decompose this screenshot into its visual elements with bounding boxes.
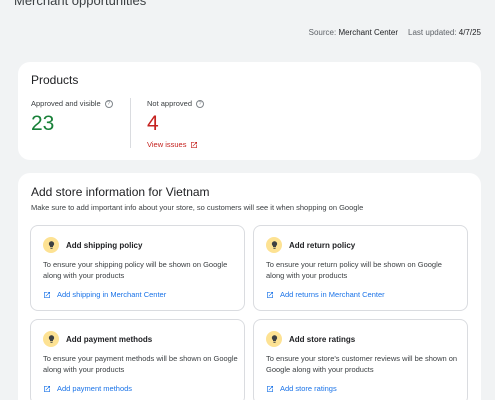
payment-methods-tile: Add payment methods To ensure your payme… (30, 319, 245, 400)
store-info-card: Add store information for Vietnam Make s… (18, 173, 481, 400)
tile-link-label: Add shipping in Merchant Center (57, 290, 167, 299)
tile-description: To ensure your shipping policy will be s… (43, 260, 228, 280)
tile-description: To ensure your store's customer reviews … (266, 354, 458, 374)
not-approved-stat: Not approved ? 4 View issues (147, 99, 205, 149)
not-approved-value: 4 (147, 112, 159, 135)
approved-stat: Approved and visible ? 23 (31, 99, 113, 134)
lightbulb-icon (266, 331, 282, 347)
add-payment-link[interactable]: Add payment methods (43, 384, 132, 393)
source-line: Source: Merchant Center Last updated: 4/… (309, 28, 481, 37)
add-returns-link[interactable]: Add returns in Merchant Center (266, 290, 385, 299)
store-info-subtitle: Make sure to add important info about yo… (31, 203, 364, 212)
products-title: Products (31, 73, 79, 87)
tile-title: Add shipping policy (66, 240, 143, 250)
tile-link-label: Add returns in Merchant Center (280, 290, 385, 299)
tile-header: Add shipping policy (43, 237, 142, 253)
tile-header: Add store ratings (266, 331, 355, 347)
updated-label: Last updated: (408, 28, 457, 37)
add-store-ratings-link[interactable]: Add store ratings (266, 384, 337, 393)
edit-external-icon (267, 291, 273, 298)
edit-external-icon (267, 385, 273, 392)
approved-value: 23 (31, 112, 55, 135)
source-info: Source: Merchant Center (309, 28, 398, 37)
view-issues-label: View issues (147, 140, 187, 149)
tile-header: Add payment methods (43, 331, 152, 347)
edit-external-icon (44, 385, 50, 392)
tile-title: Add store ratings (289, 334, 356, 344)
lightbulb-icon (266, 237, 282, 253)
products-card: Products Approved and visible ? 23 Not a… (18, 62, 481, 160)
store-info-title: Add store information for Vietnam (31, 185, 210, 199)
approved-label: Approved and visible (31, 99, 101, 108)
shipping-policy-tile: Add shipping policy To ensure your shipp… (30, 225, 245, 311)
tile-link-label: Add store ratings (280, 384, 337, 393)
tile-description: To ensure your return policy will be sho… (266, 260, 442, 280)
edit-external-icon (44, 291, 50, 298)
approved-label-row: Approved and visible ? (31, 99, 113, 108)
view-issues-link[interactable]: View issues (147, 140, 204, 149)
info-icon[interactable]: ? (196, 99, 205, 108)
lightbulb-icon (43, 331, 59, 347)
page-title: Merchant opportunities (14, 0, 147, 8)
tile-title: Add return policy (289, 240, 356, 250)
store-ratings-tile: Add store ratings To ensure your store's… (253, 319, 468, 400)
lightbulb-icon (43, 237, 59, 253)
updated-value: 4/7/25 (458, 28, 481, 37)
source-value: Merchant Center (338, 28, 399, 37)
source-label: Source: (308, 28, 337, 37)
divider (130, 98, 131, 148)
info-icon[interactable]: ? (104, 99, 113, 108)
tile-header: Add return policy (266, 237, 355, 253)
not-approved-label-row: Not approved ? (147, 99, 205, 108)
add-shipping-link[interactable]: Add shipping in Merchant Center (43, 290, 166, 299)
open-in-new-icon (191, 141, 198, 148)
tile-link-label: Add payment methods (57, 384, 133, 393)
return-policy-tile: Add return policy To ensure your return … (253, 225, 468, 311)
tile-title: Add payment methods (66, 334, 153, 344)
updated-info: Last updated: 4/7/25 (408, 28, 481, 37)
tile-description: To ensure your payment methods will be s… (43, 354, 238, 374)
not-approved-label: Not approved (147, 99, 193, 108)
